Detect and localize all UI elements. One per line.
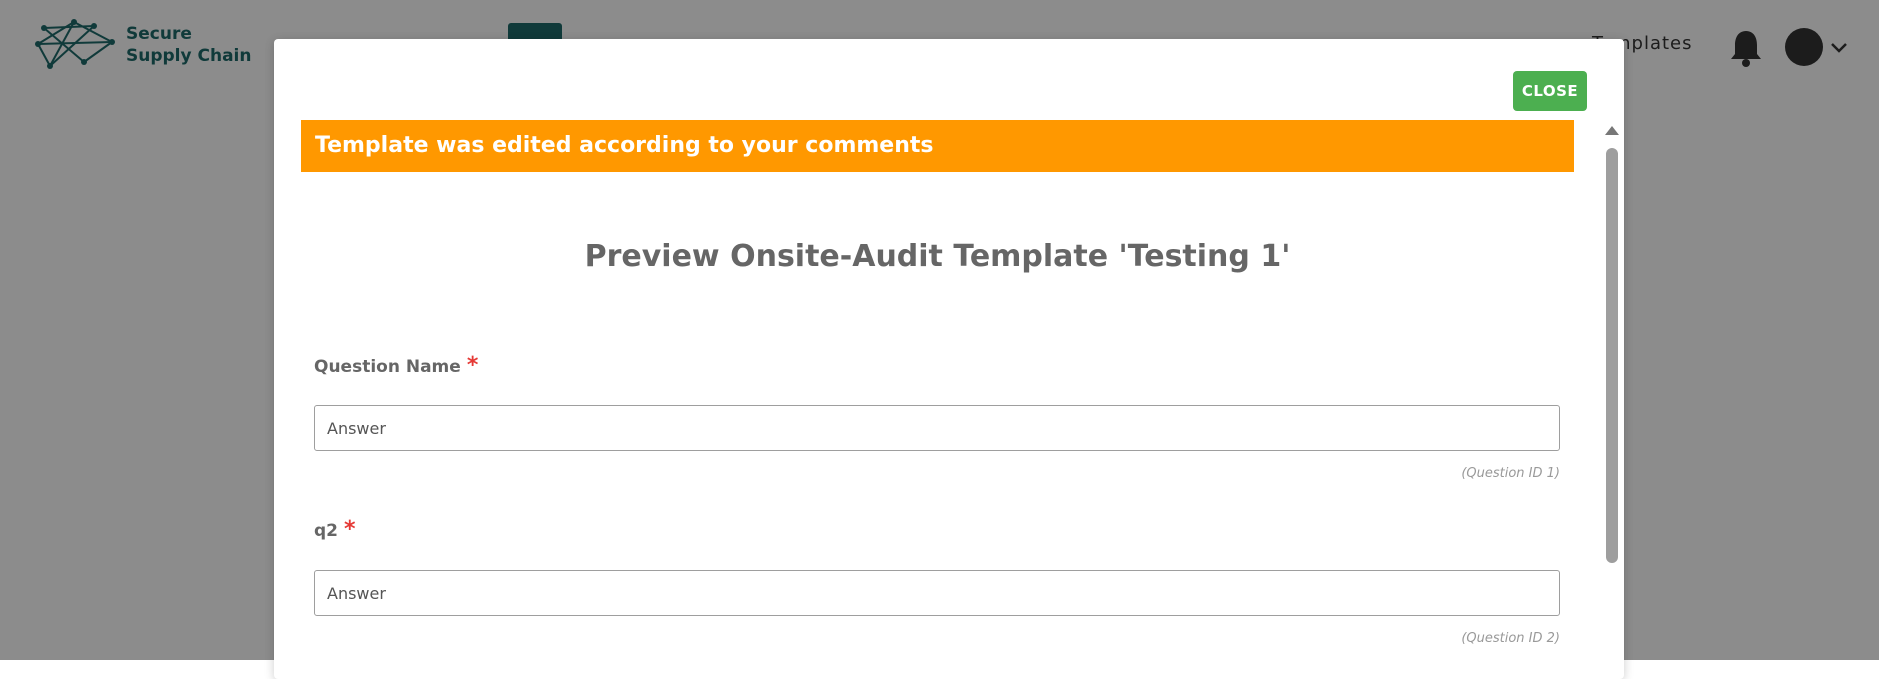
close-button[interactable]: CLOSE bbox=[1513, 71, 1587, 111]
question-id: (Question ID 1) bbox=[1461, 466, 1560, 481]
success-banner: Template was edited according to your co… bbox=[301, 120, 1574, 172]
answer-input[interactable] bbox=[314, 405, 1560, 451]
question-label-text: Question Name bbox=[314, 357, 461, 377]
required-asterisk: * bbox=[344, 517, 356, 542]
question-label: Question Name * bbox=[314, 353, 478, 382]
question-label-text: q2 bbox=[314, 521, 338, 541]
question-label: q2 * bbox=[314, 517, 356, 546]
scroll-up-arrow-icon[interactable] bbox=[1605, 126, 1619, 135]
preview-template-modal: CLOSE Template was edited according to y… bbox=[274, 39, 1624, 679]
question-id: (Question ID 2) bbox=[1461, 631, 1560, 646]
page-title: Preview Onsite-Audit Template 'Testing 1… bbox=[584, 239, 1291, 274]
required-asterisk: * bbox=[466, 353, 479, 378]
scrollbar-thumb[interactable] bbox=[1606, 148, 1618, 563]
answer-input[interactable] bbox=[314, 570, 1560, 616]
